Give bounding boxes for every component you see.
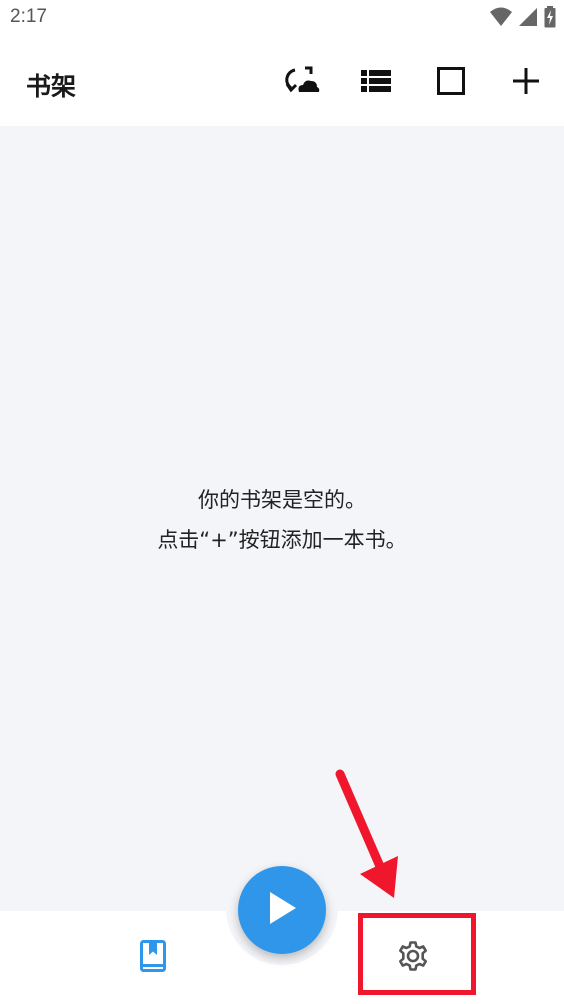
status-time: 2:17 [10,6,47,27]
empty-message-line1: 你的书架是空的。 [198,488,366,512]
list-view-icon [361,69,391,97]
play-fab-button[interactable] [238,866,326,954]
sync-button[interactable] [282,62,324,104]
list-view-button[interactable] [355,62,397,104]
add-icon [513,68,539,98]
status-bar: 2:17 [0,0,564,40]
battery-charging-icon [544,6,556,32]
signal-icon [518,7,538,31]
highlight-box [358,913,476,995]
annotation-arrow [330,766,410,906]
sync-cloud-icon [285,66,321,100]
status-icons [490,6,556,32]
play-icon [267,891,297,929]
bookshelf-icon [140,940,166,976]
add-book-button[interactable] [505,62,547,104]
empty-message-line2: 点击“+”按钮添加一本书。 [157,528,407,552]
select-square-icon [437,67,465,99]
page-title: 书架 [26,72,77,101]
select-button[interactable] [430,62,472,104]
nav-bookshelf-tab[interactable] [120,931,186,985]
wifi-icon [490,7,512,31]
app-bar: 书架 [0,40,564,126]
bookshelf-content: 你的书架是空的。 点击“+”按钮添加一本书。 [0,126,564,911]
